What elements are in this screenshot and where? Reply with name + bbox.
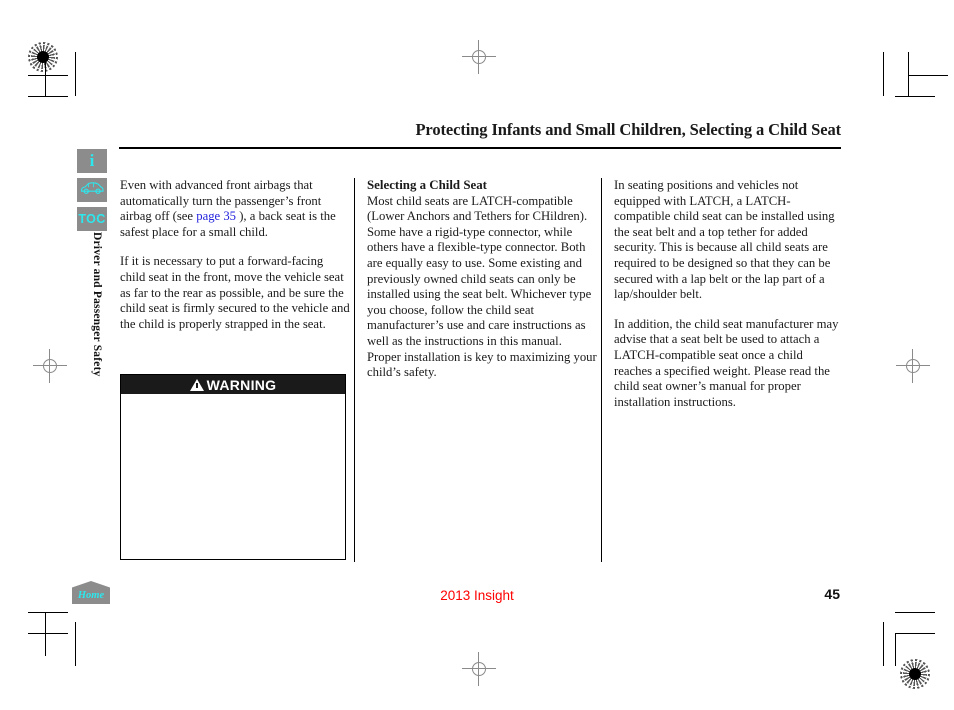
crop-mark-top-right-horizontal-outer [895,96,935,97]
crop-mark-top-right-vertical-outer [908,52,909,96]
warning-header: WARNING [121,375,345,394]
warning-triangle-icon [189,378,204,391]
registration-cross-right-middle [896,349,930,383]
sidebar-item-toc[interactable]: TOC [77,207,107,231]
paragraph-forward-facing-seat: If it is necessary to put a forward-faci… [120,254,350,331]
crop-mark-bottom-right-horizontal [895,633,935,634]
paragraph-non-latch-positions: In seating positions and vehicles not eq… [614,178,835,302]
crop-mark-bottom-left-vertical [45,612,46,656]
paragraph-latch-compatible: Most child seats are LATCH-compatible (L… [367,193,597,380]
page-title: Protecting Infants and Small Children, S… [415,120,841,139]
sidebar-item-vehicle[interactable] [77,178,107,202]
page-number: 45 [824,586,840,602]
registration-cross-bottom-center [462,652,496,686]
paragraph-airbag-warning: Even with advanced front airbags that au… [120,178,350,240]
content-column-2: Selecting a Child Seat Most child seats … [367,178,597,395]
paragraph-seat-belt-advice: In addition, the child seat manufacturer… [614,316,839,409]
section-tab-label: Driver and Passenger Safety [91,232,103,377]
registration-target-top-left [28,42,58,72]
crop-mark-top-right-vertical [883,52,884,96]
content-column-1: Even with advanced front airbags that au… [120,178,350,346]
info-icon: i [89,151,95,170]
section-heading-selecting-child-seat: Selecting a Child Seat [367,178,487,192]
crop-mark-top-left-horizontal-outer [28,96,68,97]
crop-mark-bottom-right-vertical [883,622,884,666]
column-divider-1 [354,178,355,562]
registration-cross-top-center [462,40,496,74]
crop-mark-top-left-horizontal [28,75,68,76]
warning-box: WARNING [120,374,346,560]
header-divider [119,147,841,149]
crop-mark-bottom-right-vertical-outer [895,633,896,666]
registration-cross-left-middle [33,349,67,383]
crop-mark-top-left-vertical [45,52,46,96]
warning-label: WARNING [206,376,277,393]
column-divider-2 [601,178,602,562]
crop-mark-bottom-right-horizontal-outer [895,612,935,613]
toc-icon: TOC [78,212,106,226]
page-35-link[interactable]: page 35 [196,209,236,223]
crop-mark-bottom-left-vertical-outer [75,622,76,666]
crop-mark-bottom-left-horizontal-outer [28,612,68,613]
sidebar-item-info[interactable]: i [77,149,107,173]
warning-body [121,394,345,558]
content-column-3: In seating positions and vehicles not eq… [614,178,844,424]
crop-mark-top-right-horizontal [908,75,948,76]
car-icon [80,181,104,199]
crop-mark-bottom-left-horizontal [28,633,68,634]
crop-mark-top-left-vertical-outer [75,52,76,96]
registration-target-bottom-right [900,659,930,689]
